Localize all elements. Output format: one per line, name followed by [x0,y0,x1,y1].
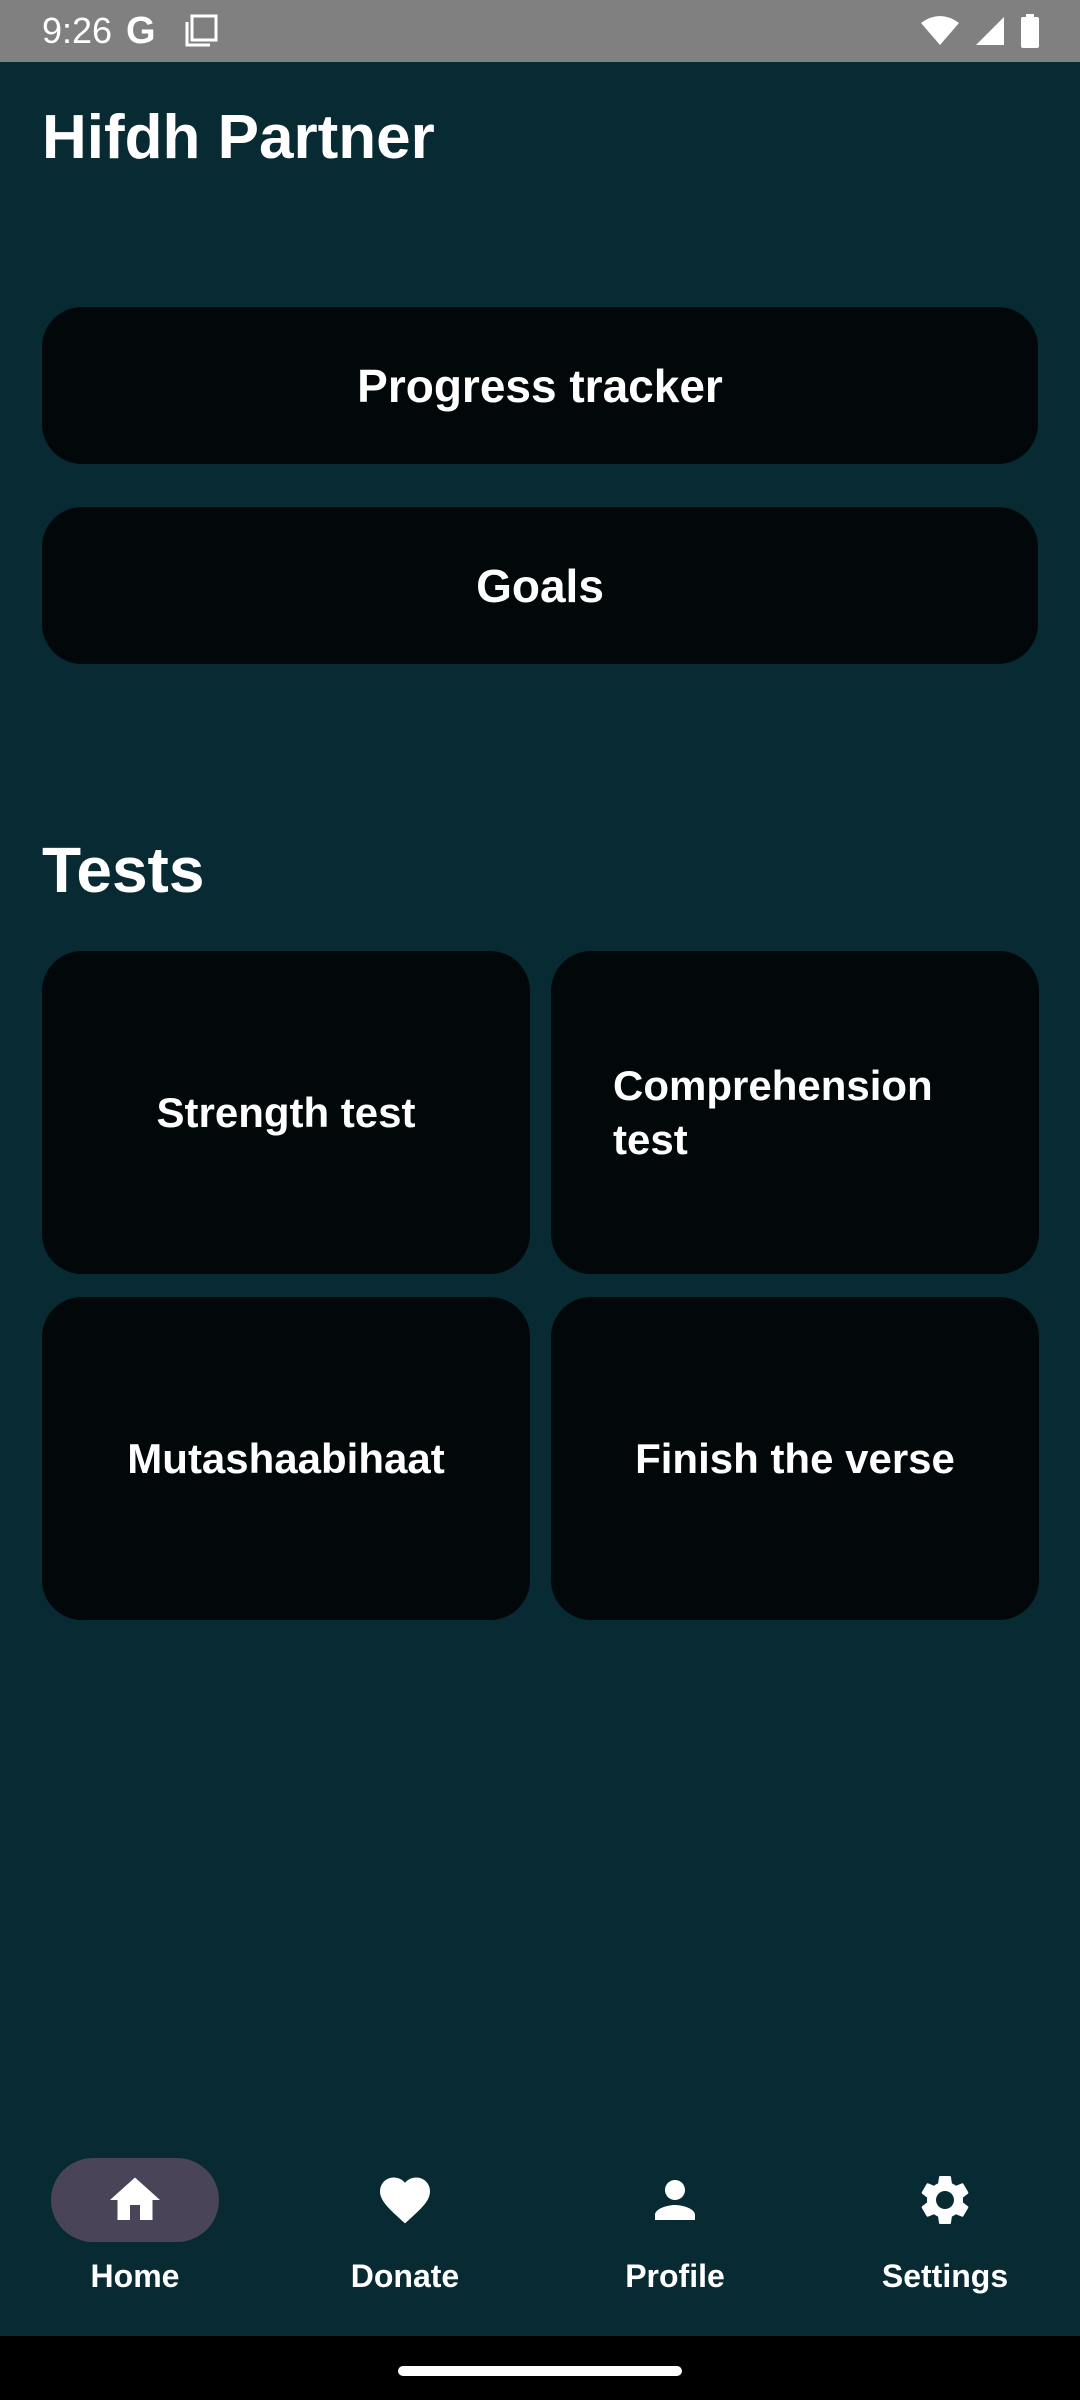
status-time: 9:26 [42,10,113,51]
goals-button[interactable]: Goals [42,507,1038,664]
bottom-nav: Home Donate Profile Settings [0,2128,1080,2336]
nav-label-donate: Donate [350,2258,460,2294]
status-icons [920,14,1040,53]
progress-tracker-label: Progress tracker [357,359,723,412]
gesture-handle[interactable] [398,2366,682,2376]
nav-label-profile: Profile [625,2258,725,2294]
wifi-icon [920,15,960,52]
strength-test-card[interactable]: Strength test [42,951,530,1274]
person-icon [645,2170,705,2230]
strength-test-label: Strength test [156,1088,416,1136]
goals-label: Goals [476,559,604,612]
mutashaabihaat-card[interactable]: Mutashaabihaat [42,1297,530,1620]
home-icon [105,2170,165,2230]
comprehension-test-label: Comprehension test [613,1061,933,1163]
tests-heading: Tests [42,834,205,906]
gesture-bar [0,2336,1080,2400]
status-bar: 9:26 G [0,0,1080,62]
nav-item-settings[interactable]: Settings [810,2128,1080,2336]
nav-item-home[interactable]: Home [0,2128,270,2336]
nav-label-settings: Settings [881,2258,1009,2294]
nav-item-donate[interactable]: Donate [270,2128,540,2336]
clipboard-icon [184,14,220,53]
nav-label-home: Home [90,2258,180,2294]
google-g-icon: G [126,10,156,52]
progress-tracker-button[interactable]: Progress tracker [42,307,1038,464]
mutashaabihaat-label: Mutashaabihaat [127,1434,445,1482]
battery-icon [1020,14,1040,53]
comprehension-test-card[interactable]: Comprehension test [551,951,1039,1274]
finish-the-verse-label: Finish the verse [635,1434,955,1482]
gear-icon [915,2170,975,2230]
heart-icon [375,2170,435,2230]
finish-the-verse-card[interactable]: Finish the verse [551,1297,1039,1620]
signal-icon [974,15,1006,52]
nav-item-profile[interactable]: Profile [540,2128,810,2336]
app-title: Hifdh Partner [42,103,435,172]
